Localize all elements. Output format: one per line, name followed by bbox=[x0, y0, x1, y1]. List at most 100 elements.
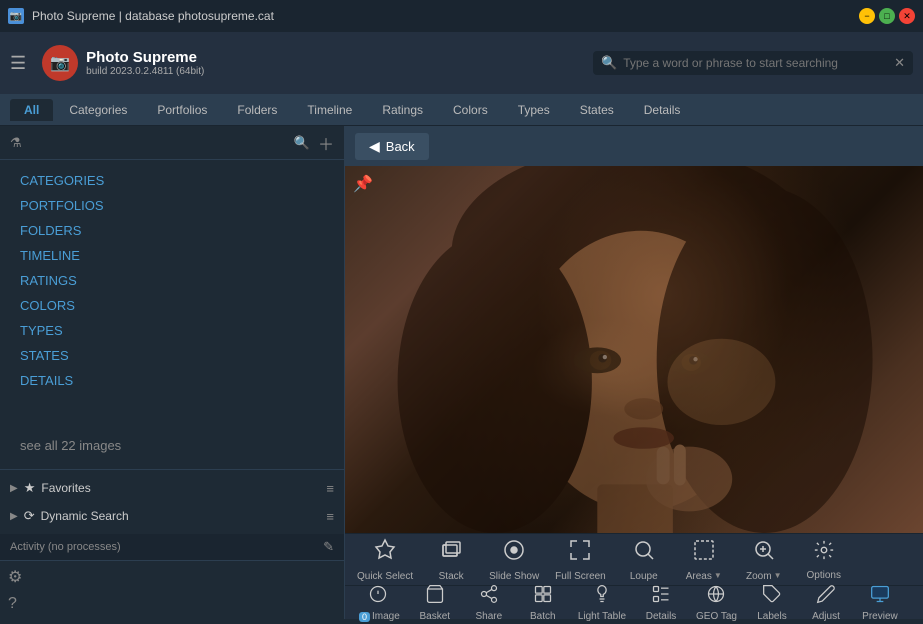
dynamic-search-icon: ⟳ bbox=[24, 508, 35, 524]
details-icon bbox=[651, 584, 671, 609]
activity-bar: Activity (no processes) ✎ bbox=[0, 534, 344, 560]
tool-button-geo-tag[interactable]: GEO Tag bbox=[688, 582, 745, 624]
app-name: Photo Supreme bbox=[86, 49, 204, 66]
preview-label: Preview bbox=[862, 611, 898, 622]
tool-button-stack[interactable]: Stack bbox=[421, 534, 481, 586]
gear-icon[interactable]: ⚙ bbox=[8, 567, 336, 587]
tool-button-basket[interactable]: Basket bbox=[408, 582, 462, 624]
sidebar-item-details[interactable]: DETAILS bbox=[0, 368, 344, 393]
sidebar-search-icon[interactable]: 🔍 bbox=[294, 135, 310, 151]
dynamic-search-label: Dynamic Search bbox=[41, 509, 321, 523]
tool-button-labels[interactable]: Labels bbox=[745, 582, 799, 624]
tool-button-slide-show[interactable]: Slide Show bbox=[481, 534, 547, 586]
search-input[interactable] bbox=[623, 56, 888, 70]
nav-tab-states[interactable]: States bbox=[566, 99, 628, 121]
tool-button-details[interactable]: Details bbox=[634, 582, 688, 624]
light-table-label: Light Table bbox=[578, 611, 626, 622]
nav-tab-all[interactable]: All bbox=[10, 99, 53, 121]
sidebar-item-ratings[interactable]: RATINGS bbox=[0, 268, 344, 293]
app-logo: 📷 bbox=[42, 45, 78, 81]
more-icon[interactable]: ≡ bbox=[326, 481, 334, 496]
tool-button-adjust[interactable]: Adjust bbox=[799, 582, 853, 624]
help-icon[interactable]: ? bbox=[8, 595, 336, 613]
image-label: Image bbox=[372, 611, 400, 622]
tool-button-preview[interactable]: Preview bbox=[853, 582, 907, 624]
toolbar-top-row: Quick Select Stack Slide Show Full Screen Lo… bbox=[345, 534, 923, 586]
nav-tab-folders[interactable]: Folders bbox=[223, 99, 291, 121]
image-badge: 0 bbox=[359, 612, 370, 622]
nav-tab-details[interactable]: Details bbox=[630, 99, 695, 121]
adjust-label: Adjust bbox=[812, 611, 840, 622]
title-left: 📷 Photo Supreme | database photosupreme.… bbox=[8, 8, 274, 24]
activity-text: Activity (no processes) bbox=[10, 541, 121, 553]
tool-button-areas[interactable]: Areas▼ bbox=[674, 534, 734, 586]
basket-label: Basket bbox=[420, 611, 451, 622]
nav-tab-ratings[interactable]: Ratings bbox=[368, 99, 437, 121]
sidebar-item-colors[interactable]: COLORS bbox=[0, 293, 344, 318]
slide-show-icon bbox=[502, 538, 526, 568]
quick-select-label: Quick Select bbox=[357, 571, 413, 582]
back-bar: ◀ Back bbox=[345, 126, 923, 166]
tool-button-image[interactable]: 0Image bbox=[349, 582, 408, 624]
tool-button-share[interactable]: Share bbox=[462, 582, 516, 624]
nav-tab-timeline[interactable]: Timeline bbox=[293, 99, 366, 121]
back-label: Back bbox=[386, 139, 415, 154]
window-controls: − □ ✕ bbox=[859, 8, 915, 24]
more-icon-2[interactable]: ≡ bbox=[326, 509, 334, 524]
title-bar: 📷 Photo Supreme | database photosupreme.… bbox=[0, 0, 923, 32]
preview-icon bbox=[870, 584, 890, 609]
app-header: ☰ 📷 Photo Supreme build 2023.0.2.4811 (6… bbox=[0, 32, 923, 94]
sidebar-item-folders[interactable]: FOLDERS bbox=[0, 218, 344, 243]
sidebar-add-icon[interactable]: ＋ bbox=[318, 131, 334, 155]
back-button[interactable]: ◀ Back bbox=[355, 133, 429, 160]
nav-tab-portfolios[interactable]: Portfolios bbox=[143, 99, 221, 121]
sidebar-item-dynamic-search[interactable]: ▶ ⟳ Dynamic Search ≡ bbox=[0, 502, 344, 530]
tool-button-light-table[interactable]: Light Table bbox=[570, 582, 634, 624]
stack-icon bbox=[439, 538, 463, 568]
logo-area: 📷 Photo Supreme build 2023.0.2.4811 (64b… bbox=[42, 45, 204, 81]
sidebar-item-portfolios[interactable]: PORTFOLIOS bbox=[0, 193, 344, 218]
nav-tab-colors[interactable]: Colors bbox=[439, 99, 502, 121]
loupe-label: Loupe bbox=[630, 571, 658, 582]
sidebar: ⚗ 🔍 ＋ CATEGORIESPORTFOLIOSFOLDERSTIMELIN… bbox=[0, 126, 345, 619]
areas-label: Areas▼ bbox=[686, 571, 722, 582]
filter-icon[interactable]: ⚗ bbox=[10, 135, 22, 151]
activity-edit-icon[interactable]: ✎ bbox=[323, 539, 334, 555]
hamburger-icon[interactable]: ☰ bbox=[10, 53, 26, 74]
slide-show-label: Slide Show bbox=[489, 571, 539, 582]
tool-button-zoom[interactable]: Zoom▼ bbox=[734, 534, 794, 586]
tool-button-loupe[interactable]: Loupe bbox=[614, 534, 674, 586]
basket-icon bbox=[425, 584, 445, 609]
sidebar-toolbar: ⚗ 🔍 ＋ bbox=[0, 126, 344, 160]
tool-button-batch[interactable]: Batch bbox=[516, 582, 570, 624]
pin-icon[interactable]: 📌 bbox=[353, 174, 373, 194]
see-all-link[interactable]: see all 22 images bbox=[0, 422, 344, 469]
sidebar-item-states[interactable]: STATES bbox=[0, 343, 344, 368]
sidebar-item-types[interactable]: TYPES bbox=[0, 318, 344, 343]
bottom-toolbar: Quick Select Stack Slide Show Full Screen Lo… bbox=[345, 533, 923, 619]
options-label: Options bbox=[807, 570, 841, 581]
details-label: Details bbox=[646, 611, 677, 622]
nav-tab-types[interactable]: Types bbox=[504, 99, 564, 121]
search-clear-button[interactable]: ✕ bbox=[894, 55, 905, 71]
sidebar-item-timeline[interactable]: TIMELINE bbox=[0, 243, 344, 268]
sidebar-item-favorites[interactable]: ▶ ★ Favorites ≡ bbox=[0, 474, 344, 502]
app-build: build 2023.0.2.4811 (64bit) bbox=[86, 66, 204, 77]
nav-tab-categories[interactable]: Categories bbox=[55, 99, 141, 121]
chevron-right-icon-2: ▶ bbox=[10, 511, 18, 522]
close-button[interactable]: ✕ bbox=[899, 8, 915, 24]
maximize-button[interactable]: □ bbox=[879, 8, 895, 24]
light-table-icon bbox=[592, 584, 612, 609]
nav-tabs: AllCategoriesPortfoliosFoldersTimelineRa… bbox=[0, 94, 923, 126]
tool-button-quick-select[interactable]: Quick Select bbox=[349, 534, 421, 586]
minimize-button[interactable]: − bbox=[859, 8, 875, 24]
zoom-label: Zoom▼ bbox=[746, 571, 781, 582]
favorites-label: Favorites bbox=[41, 481, 320, 495]
batch-label: Batch bbox=[530, 611, 556, 622]
logo-text: Photo Supreme build 2023.0.2.4811 (64bit… bbox=[86, 49, 204, 77]
main-area: ◀ Back 📌 bbox=[345, 126, 923, 619]
tool-button-options[interactable]: Options bbox=[794, 535, 854, 585]
tool-button-full-screen[interactable]: Full Screen bbox=[547, 534, 614, 586]
sidebar-item-categories[interactable]: CATEGORIES bbox=[0, 168, 344, 193]
labels-icon bbox=[762, 584, 782, 609]
